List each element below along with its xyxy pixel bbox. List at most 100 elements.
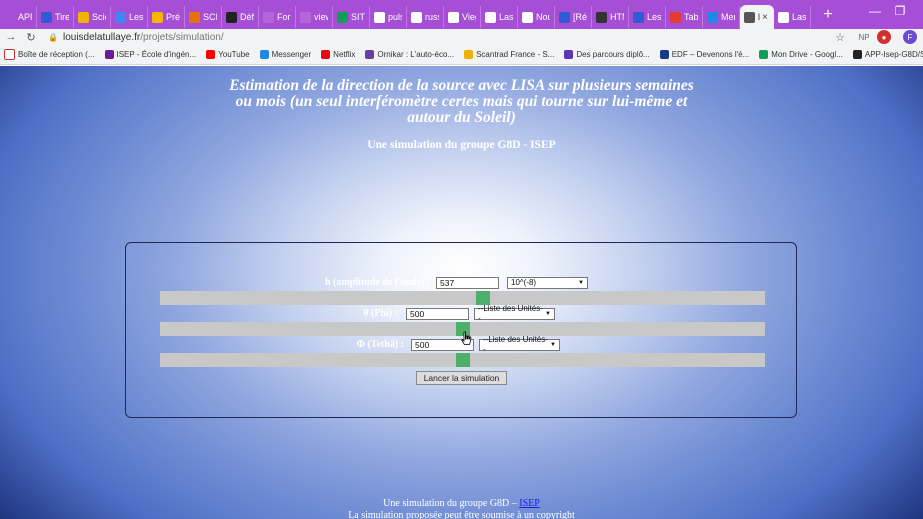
drive-icon [759,50,769,59]
browser-tab[interactable]: Lasé [774,6,811,28]
browser-tab[interactable]: Les [111,6,148,28]
browser-tab[interactable]: Les [629,6,666,28]
theta-label: Φ (Tethâ) : [356,339,404,350]
drive-icon [78,11,89,23]
bookmark-item[interactable]: APP-Isep-G8D/Site:... [852,50,923,59]
browser-tab-label: Nou [536,12,550,22]
view-icon [300,11,311,23]
forward-icon[interactable]: → [2,31,20,43]
minimize-icon[interactable]: — [865,4,885,18]
browser-tab-label: SCI [203,12,217,22]
browser-tab[interactable]: Nou [518,6,555,28]
theta-unit-value: --Liste des Unités-- [483,335,548,354]
reload-icon[interactable]: ↻ [22,31,40,44]
browser-tab[interactable]: Lasé [481,6,518,28]
mouse-cursor-icon [461,331,472,345]
browser-tab-label: Tabl [684,12,698,22]
footer-copyright: La simulation proposée peut être soumise… [348,510,575,519]
ornikar-icon [365,50,375,59]
bookmark-item[interactable]: Messenger [259,50,311,59]
bookmark-item[interactable]: ISEP - École d'ingén... [104,50,196,59]
forum-icon [263,11,274,23]
bookmark-item[interactable]: EDF – Devenons l'é... [659,50,750,59]
chevron-down-icon: ▼ [550,342,556,348]
browser-tab-label: [Réé [573,12,587,22]
theta-slider-thumb[interactable] [456,353,470,367]
wikipedia-icon [778,11,789,23]
bookmark-item[interactable]: Scantrad France - S... [464,50,554,59]
browser-tab[interactable]: APP [0,6,37,28]
browser-tab-label: Mer [721,12,735,22]
theta-slider[interactable] [160,353,765,367]
bookmark-label: Mon Drive - Googl... [771,50,843,59]
bookmark-item[interactable]: Boîte de réception (... [4,49,95,60]
slides-icon [152,11,163,23]
h-amplitude-slider[interactable] [160,291,765,305]
drive-icon [337,11,348,23]
h-unit-value: 10^(-8) [511,278,537,287]
browser-tab-label: Défi [240,12,254,22]
star-bookmark-icon[interactable]: ☆ [833,30,847,44]
browser-tab[interactable]: [Réé [555,6,592,28]
scantrad-icon [464,50,474,59]
extension-icon[interactable]: ● [877,30,891,44]
browser-tab[interactable]: HTM [592,6,629,28]
browser-tab-label: HTM [610,12,624,22]
browser-tab-label: russ [425,12,439,22]
footer-credit-text: Une simulation du groupe G8D – [383,498,517,509]
isep-link[interactable]: ISEP [519,498,540,509]
messenger-icon [707,11,718,23]
h-slider-thumb[interactable] [476,291,490,305]
browser-tab[interactable]: Vieg [444,6,481,28]
browser-tab[interactable]: view [296,6,333,28]
bookmark-label: YouTube [218,50,250,59]
edf-icon [659,50,669,59]
network-icon [522,11,533,23]
avatar[interactable]: F [903,30,917,44]
run-simulation-button[interactable]: Lancer la simulation [416,371,507,385]
globe-icon [744,11,755,23]
browser-tab[interactable]: SCI [185,6,222,28]
browser-tab[interactable]: Scie [74,6,111,28]
browser-tab-label: SITI [351,12,365,22]
browser-tab[interactable]: Tabl [666,6,703,28]
bookmark-label: Netflix [333,50,356,59]
phi-unit-select[interactable]: --Liste des Unités-- ▼ [474,304,555,323]
browser-tab-label: Tire [55,12,69,22]
profile-initials[interactable]: NP [855,30,873,44]
url-path: /projets/simulation/ [140,31,224,43]
youtube-icon [206,50,216,59]
bookmark-item[interactable]: Mon Drive - Googl... [759,50,843,59]
app-icon [4,11,15,23]
tire-icon [633,11,644,23]
browser-tab[interactable]: russ [407,6,444,28]
browser-tab[interactable]: SITI [333,6,370,28]
new-tab-icon[interactable]: + [819,6,837,24]
bookmark-label: EDF – Devenons l'é... [671,50,750,59]
browser-tab-label: view [314,12,328,22]
restore-icon[interactable]: ❐ [890,4,910,18]
close-icon[interactable]: × [762,12,768,23]
document-icon [115,11,126,23]
browser-tab[interactable]: Prés [148,6,185,28]
messenger-icon [259,50,269,59]
h-unit-select[interactable]: 10^(-8) ▼ [507,277,588,289]
theta-unit-select[interactable]: --Liste des Unités-- ▼ [479,335,560,354]
gmail-icon [4,49,15,60]
h-amplitude-input[interactable]: 537 [436,277,499,289]
bookmark-item[interactable]: Des parcours diplô... [564,50,650,59]
browser-tab[interactable]: Forr [259,6,296,28]
bookmark-item[interactable]: Netflix [321,50,355,59]
phi-input[interactable]: 500 [406,308,469,320]
browser-tab[interactable]: Mer [703,6,740,28]
browser-tab[interactable]: Défi [222,6,259,28]
browser-tab-label: Prés [166,12,180,22]
url-domain: louisdelatullaye.fr [62,31,141,43]
browser-tab[interactable]: Tire [37,6,74,28]
url-field[interactable]: 🔒 louisdelatullaye.fr/projets/simulation… [48,29,828,45]
browser-tab[interactable]: puls [370,6,407,28]
browser-tab-label: Scie [92,12,106,22]
browser-tab[interactable]: l × [740,5,774,29]
bookmark-item[interactable]: Ornikar : L'auto-éco... [365,50,454,59]
bookmark-item[interactable]: YouTube [206,50,250,59]
